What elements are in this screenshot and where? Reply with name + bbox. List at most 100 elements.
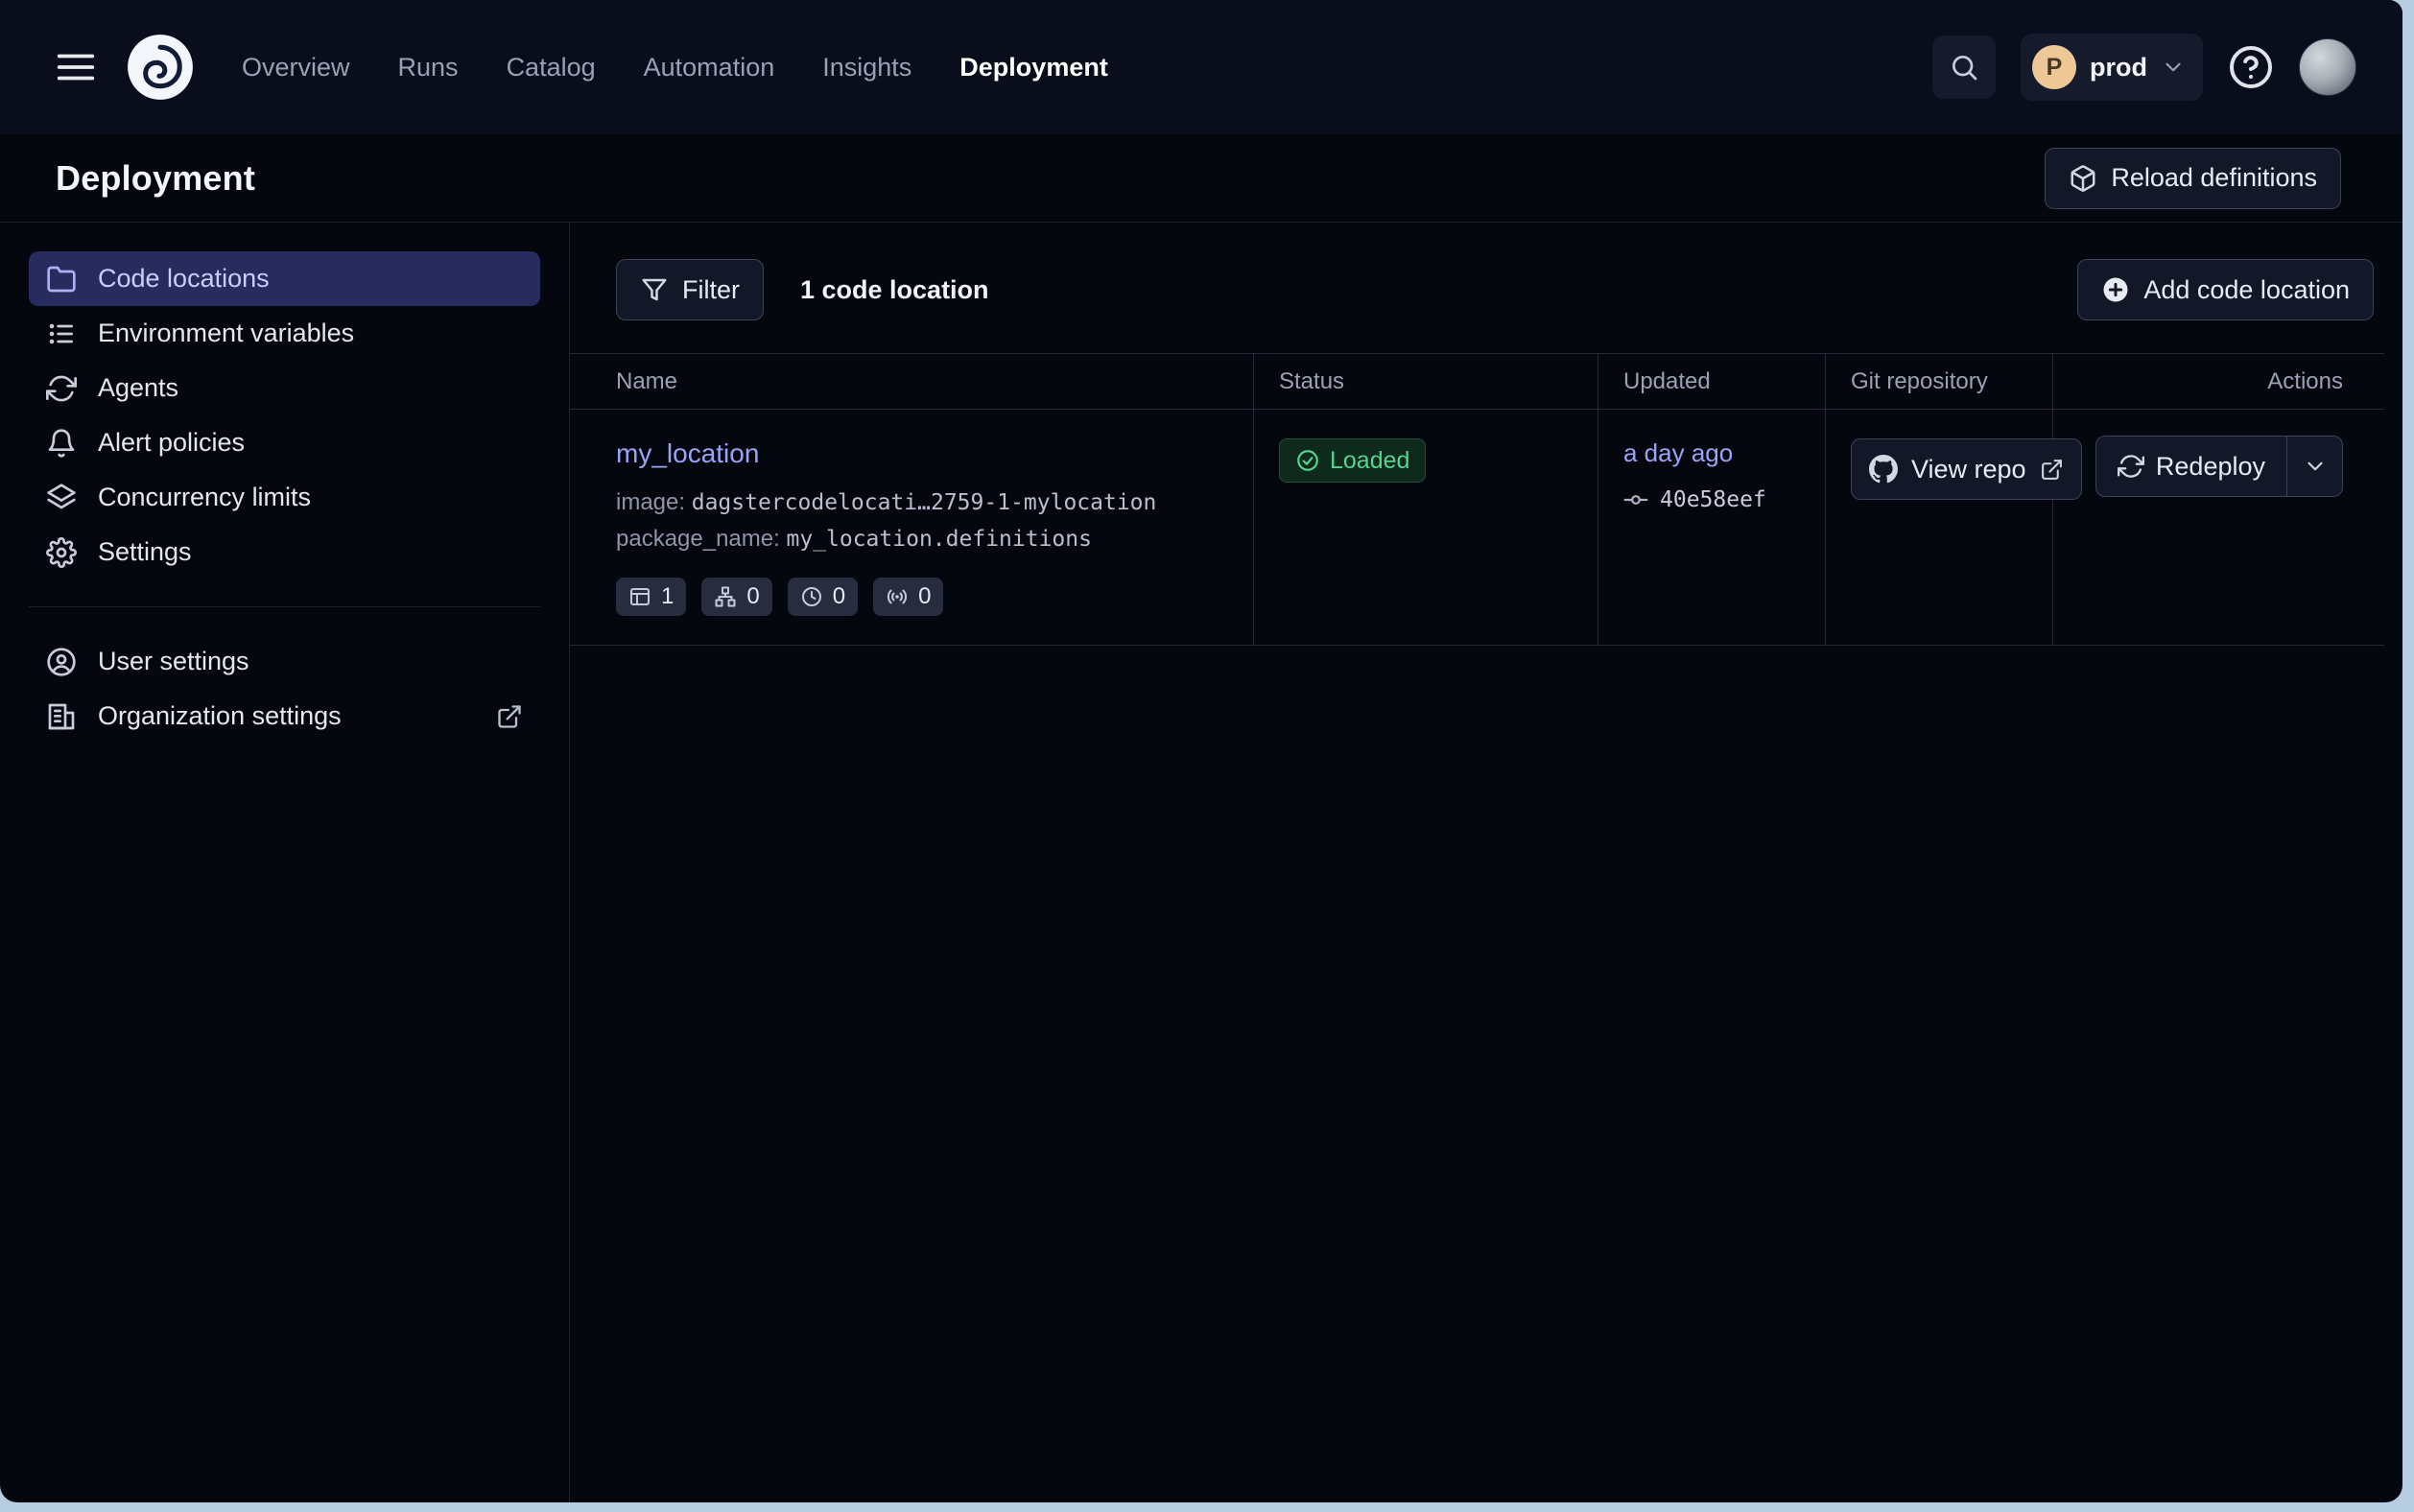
table-row: my_location image: dagstercodelocati…275… bbox=[570, 410, 2384, 646]
jobs-grid-icon bbox=[628, 585, 651, 608]
sidebar-item-user-settings[interactable]: User settings bbox=[29, 634, 540, 689]
building-icon bbox=[46, 701, 77, 732]
schedules-count-badge[interactable]: 0 bbox=[788, 578, 858, 616]
code-location-link[interactable]: my_location bbox=[616, 438, 759, 469]
sidebar-item-environment-variables[interactable]: Environment variables bbox=[29, 306, 540, 361]
name-cell: my_location image: dagstercodelocati…275… bbox=[570, 410, 1254, 645]
badge-count: 0 bbox=[833, 583, 845, 610]
toolbar: Filter 1 code location Add code location bbox=[570, 259, 2402, 320]
image-meta: image: dagstercodelocati…2759-1-mylocati… bbox=[616, 484, 1230, 521]
sidebar-item-organization-settings[interactable]: Organization settings bbox=[29, 689, 540, 744]
add-code-location-label: Add code location bbox=[2143, 275, 2350, 305]
nav-item-insights[interactable]: Insights bbox=[822, 53, 911, 83]
user-avatar[interactable] bbox=[2299, 38, 2356, 96]
sensors-count-badge[interactable]: 0 bbox=[873, 578, 943, 616]
sidebar-item-code-locations[interactable]: Code locations bbox=[29, 251, 540, 306]
page-title: Deployment bbox=[56, 158, 255, 199]
top-nav: Overview Runs Catalog Automation Insight… bbox=[0, 0, 2402, 134]
code-location-count: 1 code location bbox=[800, 275, 989, 305]
asset-graph-count-badge[interactable]: 0 bbox=[701, 578, 771, 616]
nav-item-runs[interactable]: Runs bbox=[398, 53, 459, 83]
org-switcher[interactable]: P prod bbox=[2021, 34, 2203, 101]
sidebar-item-settings[interactable]: Settings bbox=[29, 525, 540, 579]
github-icon bbox=[1869, 455, 1898, 484]
asset-graph-icon bbox=[714, 585, 737, 608]
view-repo-button[interactable]: View repo bbox=[1851, 438, 2082, 500]
reload-definitions-button[interactable]: Reload definitions bbox=[2045, 148, 2341, 209]
redeploy-button[interactable]: Redeploy bbox=[2096, 437, 2286, 496]
org-name: prod bbox=[2090, 53, 2147, 83]
nav-item-deployment[interactable]: Deployment bbox=[959, 53, 1108, 83]
org-avatar: P bbox=[2032, 45, 2076, 89]
chevron-down-icon bbox=[2161, 55, 2186, 80]
updated-time-link[interactable]: a day ago bbox=[1623, 438, 1733, 467]
help-icon[interactable] bbox=[2228, 44, 2274, 90]
primary-nav: Overview Runs Catalog Automation Insight… bbox=[242, 53, 1108, 83]
redeploy-dropdown-button[interactable] bbox=[2286, 437, 2342, 496]
hamburger-menu-icon[interactable] bbox=[54, 45, 98, 89]
search-icon bbox=[1949, 52, 1979, 83]
plus-circle-icon bbox=[2101, 275, 2130, 304]
badge-count: 1 bbox=[661, 583, 674, 610]
dagster-logo[interactable] bbox=[127, 34, 194, 101]
schedule-clock-icon bbox=[800, 585, 823, 608]
external-link-icon bbox=[496, 703, 523, 730]
package-meta: package_name: my_location.definitions bbox=[616, 521, 1230, 557]
badge-count: 0 bbox=[918, 583, 931, 610]
badge-count: 0 bbox=[746, 583, 759, 610]
env-rows-icon bbox=[46, 319, 77, 349]
sidebar-item-label: User settings bbox=[98, 647, 249, 676]
app-window: Overview Runs Catalog Automation Insight… bbox=[0, 0, 2402, 1502]
nav-item-automation[interactable]: Automation bbox=[644, 53, 775, 83]
check-circle-icon bbox=[1295, 448, 1320, 473]
column-header-status: Status bbox=[1254, 353, 1598, 410]
column-header-actions: Actions bbox=[2053, 353, 2384, 410]
nav-item-catalog[interactable]: Catalog bbox=[507, 53, 596, 83]
updated-cell: a day ago 40e58eef bbox=[1598, 410, 1826, 645]
nav-item-overview[interactable]: Overview bbox=[242, 53, 350, 83]
image-label: image: bbox=[616, 489, 685, 515]
filter-funnel-icon bbox=[640, 275, 669, 304]
redeploy-icon bbox=[2118, 453, 2144, 480]
chevron-down-icon bbox=[2303, 454, 2328, 479]
sidebar-item-label: Alert policies bbox=[98, 428, 245, 458]
gear-icon bbox=[46, 537, 77, 568]
add-code-location-button[interactable]: Add code location bbox=[2077, 259, 2374, 320]
filter-button[interactable]: Filter bbox=[616, 259, 764, 320]
sensor-icon bbox=[886, 585, 909, 608]
actions-cell: Redeploy bbox=[2053, 410, 2384, 645]
sidebar-item-alert-policies[interactable]: Alert policies bbox=[29, 415, 540, 470]
deployment-sidebar: Code locations Environment variables Age… bbox=[0, 223, 570, 1502]
jobs-count-badge[interactable]: 1 bbox=[616, 578, 686, 616]
status-cell: Loaded bbox=[1254, 410, 1598, 645]
column-header-git-repository: Git repository bbox=[1826, 353, 2053, 410]
git-repository-cell: View repo bbox=[1826, 410, 2053, 645]
code-locations-table: Name Status Updated Git repository Actio… bbox=[570, 353, 2384, 646]
git-commit-icon bbox=[1623, 487, 1648, 512]
commit-row: 40e58eef bbox=[1623, 487, 1802, 512]
code-location-box-icon bbox=[2069, 164, 2097, 193]
topnav-right-cluster: P prod bbox=[1932, 34, 2356, 101]
image-value: dagstercodelocati…2759-1-mylocation bbox=[692, 490, 1157, 515]
page-header: Deployment Reload definitions bbox=[0, 134, 2402, 223]
table-header-row: Name Status Updated Git repository Actio… bbox=[570, 353, 2384, 410]
redeploy-label: Redeploy bbox=[2156, 452, 2265, 482]
sidebar-divider bbox=[29, 606, 540, 607]
reload-definitions-label: Reload definitions bbox=[2111, 163, 2317, 193]
agent-cycle-icon bbox=[46, 373, 77, 404]
status-label: Loaded bbox=[1330, 447, 1409, 475]
user-circle-icon bbox=[46, 647, 77, 677]
sidebar-item-label: Agents bbox=[98, 373, 178, 403]
sidebar-item-concurrency-limits[interactable]: Concurrency limits bbox=[29, 470, 540, 525]
view-repo-label: View repo bbox=[1911, 455, 2026, 484]
sidebar-item-label: Organization settings bbox=[98, 701, 342, 731]
column-header-updated: Updated bbox=[1598, 353, 1826, 410]
sidebar-item-label: Environment variables bbox=[98, 319, 354, 348]
commit-sha: 40e58eef bbox=[1660, 487, 1766, 512]
sidebar-item-agents[interactable]: Agents bbox=[29, 361, 540, 415]
code-locations-main: Filter 1 code location Add code location… bbox=[570, 223, 2402, 1502]
package-label: package_name: bbox=[616, 526, 780, 552]
folder-icon bbox=[46, 264, 77, 295]
search-button[interactable] bbox=[1932, 35, 1996, 99]
bell-icon bbox=[46, 428, 77, 459]
